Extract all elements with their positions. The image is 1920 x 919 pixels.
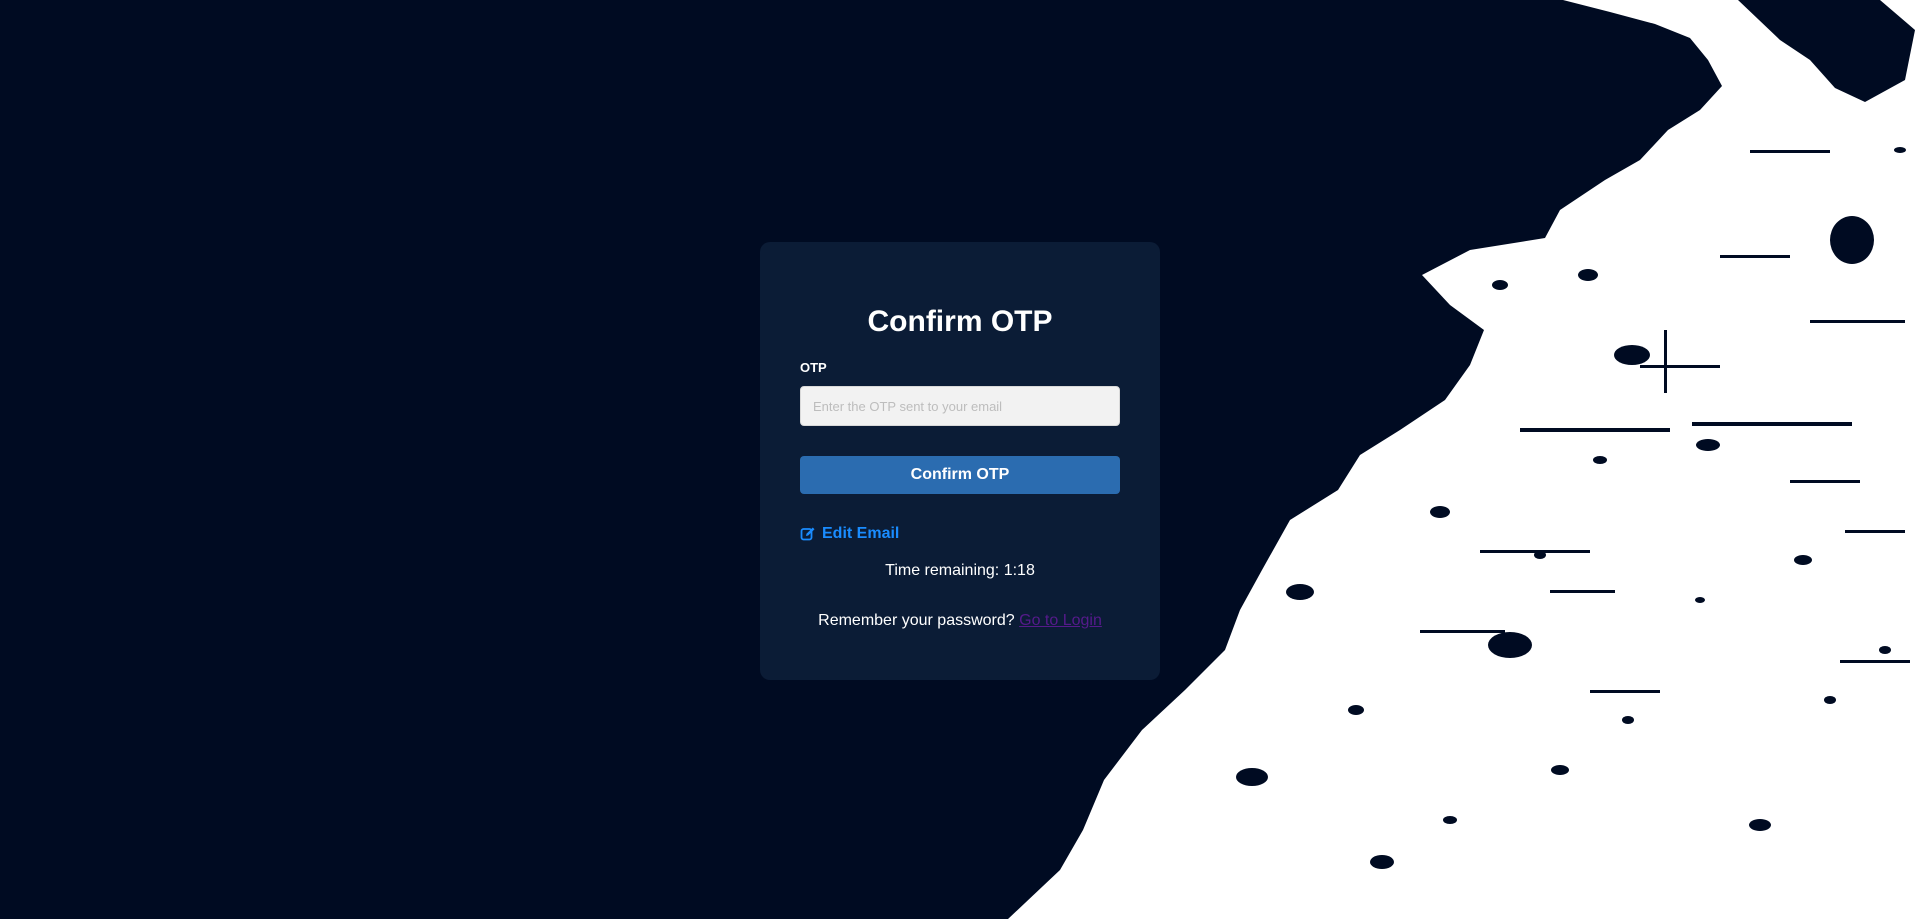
page: Confirm OTP OTP Confirm OTP Edit Email T… bbox=[0, 0, 1920, 919]
time-remaining-text: Time remaining: 1:18 bbox=[885, 562, 1035, 579]
go-to-login-link[interactable]: Go to Login bbox=[1019, 612, 1102, 629]
page-title: Confirm OTP bbox=[867, 305, 1053, 338]
edit-icon bbox=[800, 526, 816, 542]
remember-password-text: Remember your password? bbox=[818, 612, 1015, 629]
otp-input[interactable] bbox=[800, 386, 1120, 426]
edit-email-link[interactable]: Edit Email bbox=[800, 524, 899, 544]
confirm-otp-button[interactable]: Confirm OTP bbox=[800, 456, 1120, 494]
otp-card: Confirm OTP OTP Confirm OTP Edit Email T… bbox=[760, 242, 1160, 680]
edit-email-label: Edit Email bbox=[822, 525, 900, 542]
remember-password-row: Remember your password? Go to Login bbox=[800, 611, 1120, 631]
otp-label: OTP bbox=[800, 360, 827, 375]
